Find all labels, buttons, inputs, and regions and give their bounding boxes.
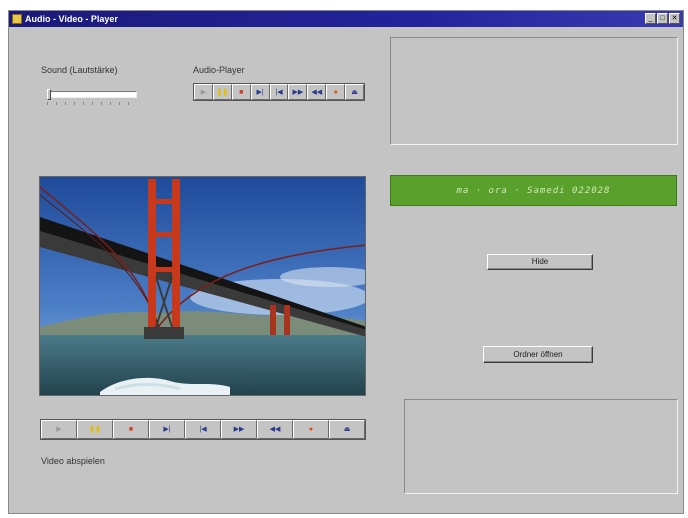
video-eject-button[interactable]: ⏏	[329, 420, 365, 439]
eject-icon: ⏏	[343, 426, 351, 433]
video-prev-button[interactable]: |◀	[185, 420, 221, 439]
video-play-button[interactable]: ▶	[41, 420, 77, 439]
step-icon: ▶|	[256, 88, 264, 96]
play-icon: ▶	[200, 88, 207, 96]
audio-eject-button[interactable]: ⏏	[345, 84, 365, 100]
app-icon	[12, 14, 22, 24]
audio-next-button[interactable]: ▶▶	[288, 84, 308, 100]
pause-icon: ❚❚	[216, 88, 229, 96]
video-next-button[interactable]: ▶▶	[221, 420, 257, 439]
next-icon: ▶▶	[233, 426, 245, 433]
next-icon: ▶▶	[292, 88, 304, 96]
audio-toolbar: ▶ ❚❚ ■ ▶| |◀ ▶▶ ◀◀ ● ⏏	[193, 83, 365, 101]
info-panel-top	[390, 37, 678, 145]
bridge-photo	[40, 177, 365, 395]
title-bar[interactable]: Audio - Video - Player _ □ ✕	[9, 11, 683, 27]
open-folder-button[interactable]: Ordner öffnen	[483, 346, 593, 363]
video-rewind-button[interactable]: ◀◀	[257, 420, 293, 439]
audio-rewind-button[interactable]: ◀◀	[307, 84, 327, 100]
record-icon: ●	[308, 426, 314, 433]
video-stop-button[interactable]: ■	[113, 420, 149, 439]
stop-icon: ■	[239, 88, 244, 96]
prev-icon: |◀	[275, 88, 283, 96]
audio-record-button[interactable]: ●	[326, 84, 346, 100]
volume-slider[interactable]	[47, 91, 137, 98]
maximize-button[interactable]: □	[657, 13, 668, 24]
audio-play-button[interactable]: ▶	[194, 84, 213, 100]
step-icon: ▶|	[163, 426, 171, 433]
audio-stop-button[interactable]: ■	[231, 84, 251, 100]
hide-button[interactable]: Hide	[487, 254, 593, 270]
video-step-button[interactable]: ▶|	[149, 420, 185, 439]
rewind-icon: ◀◀	[311, 88, 323, 96]
window-controls: _ □ ✕	[645, 13, 680, 24]
audio-prev-button[interactable]: |◀	[269, 84, 289, 100]
volume-slider-thumb[interactable]	[47, 89, 51, 100]
stop-icon: ■	[128, 426, 134, 433]
minimize-button[interactable]: _	[645, 13, 656, 24]
play-icon: ▶	[56, 426, 62, 433]
video-display[interactable]	[39, 176, 366, 396]
rewind-icon: ◀◀	[269, 426, 281, 433]
eject-icon: ⏏	[351, 88, 358, 96]
video-label: Video abspielen	[41, 456, 105, 466]
info-panel-bottom	[404, 399, 678, 494]
audio-pause-button[interactable]: ❚❚	[212, 84, 232, 100]
volume-ticks	[47, 102, 137, 105]
led-display: ma · ora · Samedi 022028	[390, 175, 677, 206]
pause-icon: ❚❚	[89, 426, 101, 433]
video-pause-button[interactable]: ❚❚	[77, 420, 113, 439]
prev-icon: |◀	[199, 426, 207, 433]
window-title: Audio - Video - Player	[25, 14, 118, 24]
record-icon: ●	[333, 88, 338, 96]
volume-label: Sound (Lautstärke)	[41, 65, 118, 75]
audio-step-button[interactable]: ▶|	[250, 84, 270, 100]
audio-player-label: Audio-Player	[193, 65, 245, 75]
close-button[interactable]: ✕	[669, 13, 680, 24]
video-toolbar: ▶ ❚❚ ■ ▶| |◀ ▶▶ ◀◀ ● ⏏	[40, 419, 366, 440]
app-window: Audio - Video - Player _ □ ✕ Sound (Laut…	[8, 10, 684, 514]
video-record-button[interactable]: ●	[293, 420, 329, 439]
